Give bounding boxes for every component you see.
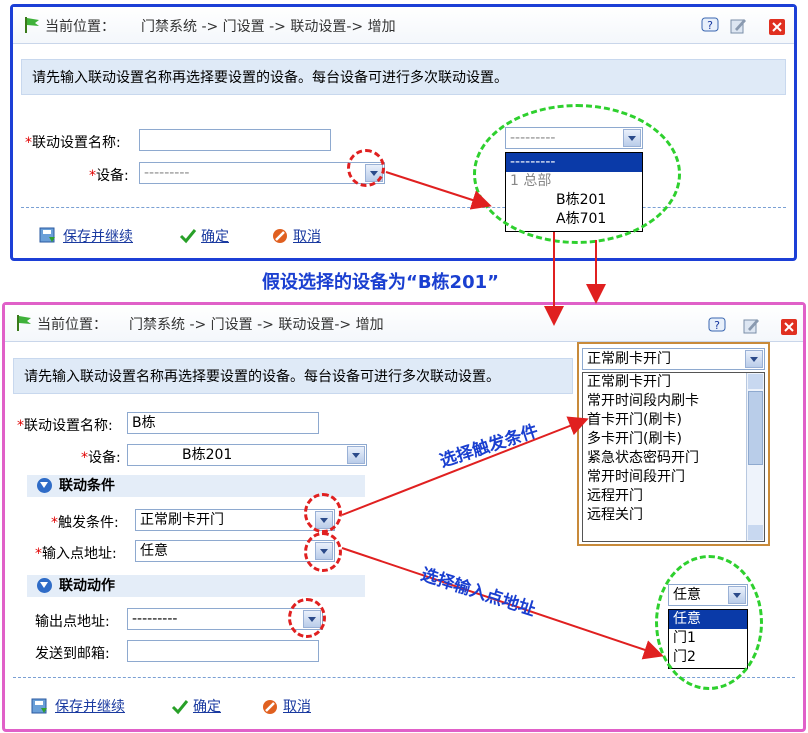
flag-icon: [17, 315, 31, 331]
highlight-circle: [347, 149, 385, 187]
list-item[interactable]: 紧急状态密码开门: [583, 449, 764, 468]
check-icon: [179, 229, 197, 244]
name-input[interactable]: [139, 129, 331, 151]
collapse-icon[interactable]: [37, 478, 52, 493]
breadcrumb-path: 门禁系统 -> 门设置 -> 联动设置-> 增加: [129, 317, 384, 333]
highlight-circle: [304, 493, 342, 533]
name-input[interactable]: B栋: [127, 412, 319, 434]
chevron-down-icon[interactable]: [745, 350, 763, 368]
list-item[interactable]: 常开时间段内刷卡: [583, 392, 764, 411]
highlight-circle: [288, 598, 326, 638]
trigger-label: *触发条件:: [51, 515, 119, 531]
email-input[interactable]: [127, 640, 319, 662]
notice-text: 请先输入联动设置名称再选择要设置的设备。每台设备可进行多次联动设置。: [21, 59, 786, 95]
ok-button[interactable]: 确定: [193, 696, 221, 716]
notice-text: 请先输入联动设置名称再选择要设置的设备。每台设备可进行多次联动设置。: [13, 358, 573, 394]
panel-before: 当前位置： 门禁系统 -> 门设置 -> 联动设置-> 增加 ? 请先输入联动设…: [10, 4, 797, 261]
highlight-circle: [304, 532, 342, 572]
flag-icon: [25, 17, 39, 33]
help-icon[interactable]: ?: [708, 317, 726, 335]
trigger-dropdown-select[interactable]: 正常刷卡开门: [582, 348, 765, 370]
collapse-icon[interactable]: [37, 578, 52, 593]
ok-button[interactable]: 确定: [201, 226, 229, 246]
close-icon[interactable]: [769, 19, 785, 35]
list-item[interactable]: 常开时间段开门: [583, 468, 764, 487]
breadcrumb-label: 当前位置：: [45, 19, 115, 35]
settings-icon[interactable]: [729, 17, 747, 35]
title-bar: 当前位置： 门禁系统 -> 门设置 -> 联动设置-> 增加 ?: [5, 305, 803, 342]
save-continue-button[interactable]: 保存并继续: [55, 696, 125, 716]
svg-text:?: ?: [707, 19, 713, 32]
list-item[interactable]: 远程关门: [583, 506, 764, 525]
chevron-down-icon[interactable]: [347, 446, 365, 464]
breadcrumb-label: 当前位置：: [37, 317, 107, 333]
svg-text:?: ?: [714, 319, 720, 332]
scrollbar[interactable]: [746, 373, 764, 541]
device-label: *设备:: [81, 450, 121, 466]
cancel-icon: [273, 229, 287, 243]
section-condition: 联动条件: [27, 475, 365, 497]
input-point-label: *输入点地址:: [35, 546, 117, 562]
divider: [21, 207, 786, 208]
breadcrumb-path: 门禁系统 -> 门设置 -> 联动设置-> 增加: [141, 19, 396, 35]
save-icon: [31, 698, 47, 714]
name-label: *联动设置名称:: [17, 418, 113, 434]
highlight-circle: [655, 555, 763, 690]
list-item[interactable]: 首卡开门(刷卡): [583, 411, 764, 430]
close-icon[interactable]: [781, 319, 797, 335]
cancel-button[interactable]: 取消: [283, 696, 311, 716]
device-label: *设备:: [89, 168, 129, 184]
list-item[interactable]: 正常刷卡开门: [583, 373, 764, 392]
scroll-down-icon[interactable]: [748, 525, 763, 540]
cancel-button[interactable]: 取消: [293, 226, 321, 246]
name-label: *联动设置名称:: [25, 135, 121, 151]
email-label: 发送到邮箱:: [35, 646, 110, 662]
cancel-icon: [263, 700, 277, 714]
section-action: 联动动作: [27, 575, 365, 597]
help-icon[interactable]: ?: [701, 17, 719, 35]
scroll-up-icon[interactable]: [748, 374, 763, 389]
device-select[interactable]: B栋201: [127, 444, 367, 466]
highlight-circle: [473, 104, 681, 244]
scroll-thumb[interactable]: [748, 391, 763, 465]
check-icon: [171, 700, 189, 715]
annotation-device: 假设选择的设备为“B栋201”: [262, 272, 499, 293]
trigger-dropdown-list: 正常刷卡开门 常开时间段内刷卡 首卡开门(刷卡) 多卡开门(刷卡) 紧急状态密码…: [582, 372, 765, 542]
settings-icon[interactable]: [742, 317, 760, 335]
title-bar: 当前位置： 门禁系统 -> 门设置 -> 联动设置-> 增加 ?: [13, 7, 794, 44]
save-continue-button[interactable]: 保存并继续: [63, 226, 133, 246]
output-point-label: 输出点地址:: [35, 614, 110, 630]
list-item[interactable]: 远程开门: [583, 487, 764, 506]
save-icon: [39, 227, 55, 243]
list-item[interactable]: 多卡开门(刷卡): [583, 430, 764, 449]
